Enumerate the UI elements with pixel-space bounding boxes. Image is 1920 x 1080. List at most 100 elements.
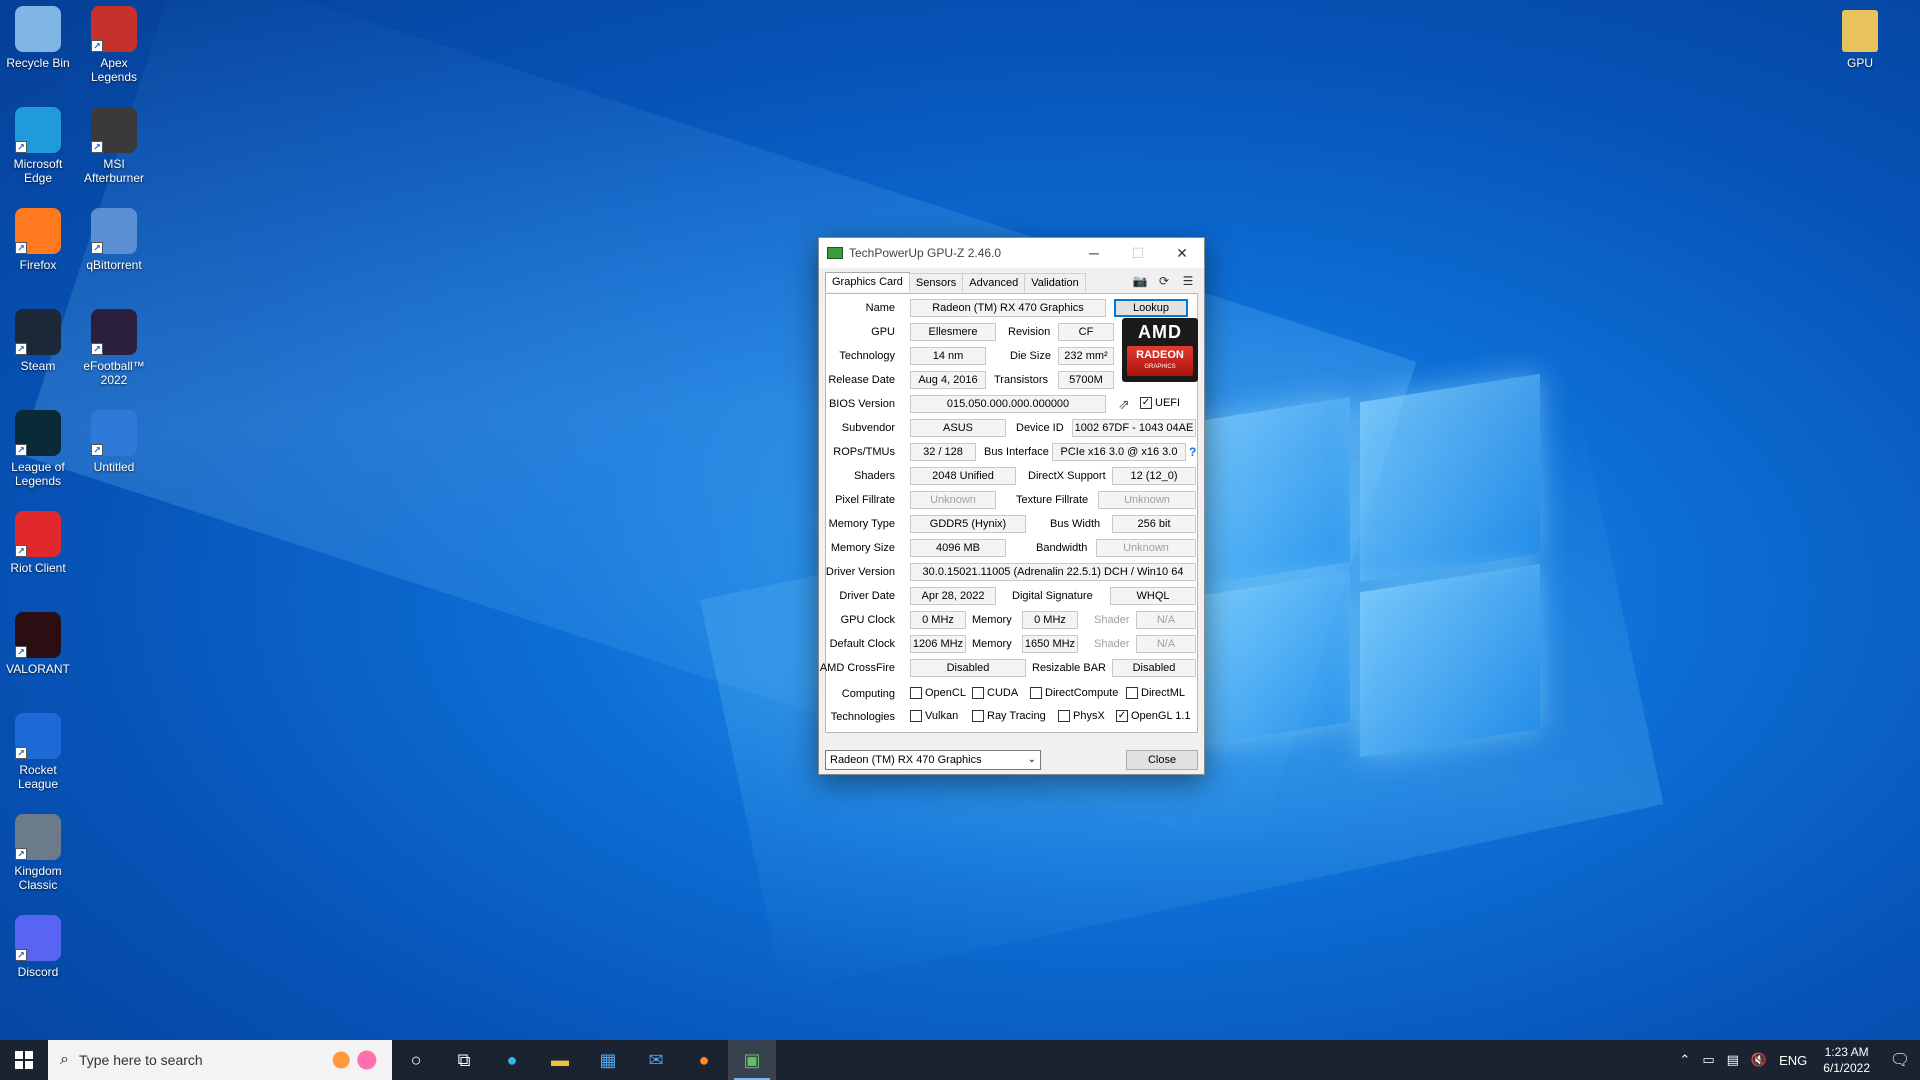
efootball-icon: ↗ [91,309,137,355]
desktop-icon-league-of-legends[interactable]: ↗ League of Legends [0,410,76,488]
taskbar-edge[interactable]: ● [488,1040,536,1080]
desktop-icon-discord[interactable]: ↗ Discord [0,915,76,979]
value-gpu-clock: 0 MHz [910,611,966,629]
chevron-up-icon[interactable]: ⌃ [1673,1052,1696,1068]
row-fillrate: Pixel Fillrate Unknown Texture Fillrate … [826,490,1197,510]
desktop-icon-msi-afterburner[interactable]: ↗ MSI Afterburner [76,107,152,185]
shortcut-arrow-icon: ↗ [15,242,27,254]
label-default-memory: Memory [972,638,1012,650]
tab-validation[interactable]: Validation [1024,273,1086,292]
desktop-icon-edge[interactable]: ↗ Microsoft Edge [0,107,76,185]
gpuz-app-icon [827,247,843,259]
taskbar-file-explorer[interactable]: ▬ [536,1040,584,1080]
checkbox-vulkan[interactable]: Vulkan [910,710,958,722]
start-button[interactable] [0,1040,48,1080]
value-shaders: 2048 Unified [910,467,1016,485]
lookup-button[interactable]: Lookup [1114,299,1188,317]
desktop-icon-recycle-bin[interactable]: Recycle Bin [0,6,76,70]
checkbox-directcompute[interactable]: DirectCompute [1030,687,1118,699]
tab-graphics-card[interactable]: Graphics Card [825,272,910,292]
label-gpu-memory: Memory [972,614,1012,626]
label-driver-date: Driver Date [839,590,895,602]
physx-check [1058,710,1070,722]
minimize-button[interactable]: ─ [1072,238,1116,268]
checkbox-cuda[interactable]: CUDA [972,687,1018,699]
desktop-icon-valorant[interactable]: ↗ VALORANT [0,612,76,676]
value-digital-signature: WHQL [1110,587,1196,605]
close-button[interactable]: Close [1126,750,1198,770]
desktop-icon-label: Microsoft Edge [13,157,63,185]
row-crossfire: AMD CrossFire Disabled Resizable BAR Dis… [820,658,1197,678]
value-directx: 12 (12_0) [1112,467,1196,485]
refresh-icon[interactable]: ⟳ [1156,274,1172,288]
value-texture-fillrate: Unknown [1098,491,1196,509]
gpu-select-dropdown[interactable]: Radeon (TM) RX 470 Graphics ⌄ [825,750,1041,770]
row-rops-tmus: ROPs/TMUs 32 / 128 Bus Interface PCIe x1… [826,442,1197,462]
menu-icon[interactable]: ☰ [1180,274,1196,288]
untitled-icon: ↗ [91,410,137,456]
cortana-button[interactable]: ○ [392,1040,440,1080]
desktop-icon-riot-client[interactable]: ↗ Riot Client [0,511,76,575]
taskbar-gpuz[interactable]: ▣ [728,1040,776,1080]
desktop-icon-label: League of Legends [11,460,65,488]
title-bar[interactable]: TechPowerUp GPU-Z 2.46.0 ─ ☐ ✕ [819,238,1204,268]
task-view-button[interactable]: ⧉ [440,1040,488,1080]
desktop-icon-rocket-league[interactable]: ↗ Rocket League [0,713,76,791]
checkbox-ray-tracing[interactable]: Ray Tracing [972,710,1046,722]
desktop-icon-kingdom-classic[interactable]: ↗ Kingdom Classic [0,814,76,892]
label-pixel-fillrate: Pixel Fillrate [835,494,895,506]
desktop-icon-firefox[interactable]: ↗ Firefox [0,208,76,272]
language-indicator[interactable]: ENG [1773,1053,1813,1068]
taskbar-search-box[interactable]: ⌕ Type here to search [48,1040,392,1080]
value-gpu-memory: 0 MHz [1022,611,1078,629]
checkbox-physx[interactable]: PhysX [1058,710,1105,722]
close-window-button[interactable]: ✕ [1160,238,1204,268]
vulkan-check [910,710,922,722]
label-bus-width: Bus Width [1050,518,1101,530]
row-technologies: Technologies Vulkan Ray Tracing PhysX ✓ O… [826,707,1197,727]
ray-tracing-check [972,710,984,722]
network-icon[interactable]: ▤ [1721,1052,1745,1068]
value-bus-width: 256 bit [1112,515,1196,533]
edge-icon: ● [506,1049,518,1070]
camera-icon[interactable]: 📷 [1132,274,1148,288]
row-memory-type: Memory Type GDDR5 (Hynix) Bus Width 256 … [826,514,1197,534]
value-bandwidth: Unknown [1096,539,1196,557]
desktop-icon-label: Riot Client [10,561,66,575]
checkbox-opencl[interactable]: OpenCL [910,687,966,699]
meet-now-icon[interactable]: ▭ [1696,1052,1720,1068]
directml-check [1126,687,1138,699]
recycle-bin-icon [15,6,61,52]
shortcut-arrow-icon: ↗ [15,949,27,961]
checkbox-opengl[interactable]: ✓ OpenGL 1.1 [1116,710,1191,722]
desktop-icon-qbittorrent[interactable]: ↗ qBittorrent [76,208,152,272]
checkbox-directml[interactable]: DirectML [1126,687,1185,699]
desktop-icon-apex-legends[interactable]: ↗ Apex Legends [76,6,152,84]
taskbar-store[interactable]: ▦ [584,1040,632,1080]
desktop-icon-steam[interactable]: ↗ Steam [0,309,76,373]
uefi-checkbox[interactable]: ✓ UEFI [1140,397,1180,409]
tab-sensors[interactable]: Sensors [908,273,964,292]
label-subvendor: Subvendor [841,422,895,434]
question-icon[interactable]: ? [1189,445,1196,459]
tab-advanced[interactable]: Advanced [962,273,1026,292]
desktop-icon-gpu[interactable]: GPU [1822,10,1898,70]
label-memory-type: Memory Type [828,518,895,530]
desktop-icon-label: qBittorrent [86,258,142,272]
desktop-icon-efootball[interactable]: ↗ eFootball™ 2022 [76,309,152,387]
cuda-check [972,687,984,699]
volume-muted-icon[interactable]: 🔇 [1745,1052,1773,1068]
valorant-icon: ↗ [15,612,61,658]
clock[interactable]: 1:23 AM 6/1/2022 [1813,1044,1880,1076]
value-default-shader: N/A [1136,635,1196,653]
taskbar-mail[interactable]: ✉ [632,1040,680,1080]
taskbar-firefox[interactable]: ● [680,1040,728,1080]
graphics-card-panel: Name Radeon (TM) RX 470 Graphics Lookup … [820,293,1198,733]
chevron-down-icon: ⌄ [1027,754,1036,765]
search-icon: ⌕ [60,1051,69,1068]
notification-icon[interactable]: 🗨 [1880,1050,1920,1070]
value-driver-version: 30.0.15021.11005 (Adrenalin 22.5.1) DCH … [910,563,1196,581]
share-icon[interactable]: ⇗ [1118,396,1130,413]
desktop-icon-untitled[interactable]: ↗ Untitled [76,410,152,474]
mail-icon: ✉ [648,1049,664,1070]
